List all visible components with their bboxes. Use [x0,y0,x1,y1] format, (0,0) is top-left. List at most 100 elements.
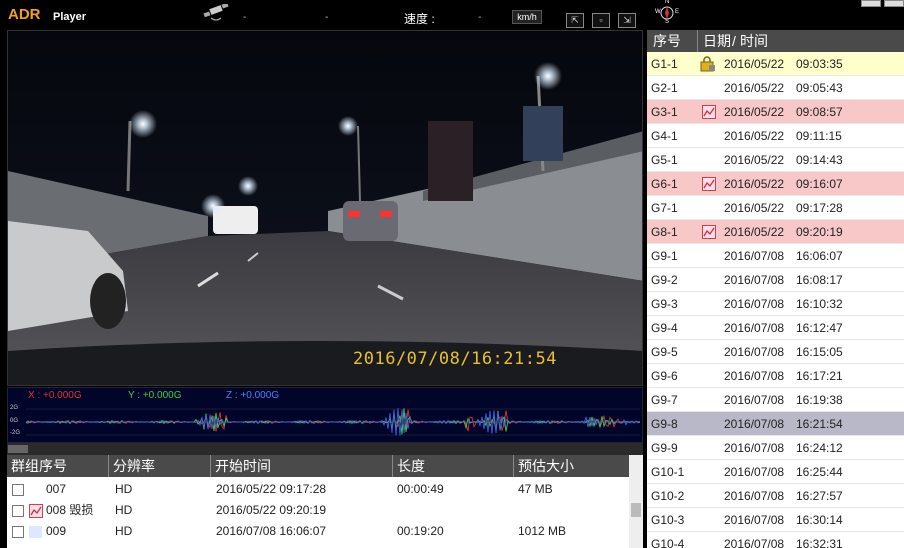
header-estimated-size[interactable]: 预估大小 [514,455,629,477]
event-row-date: 2016/07/08 [724,321,785,335]
event-row-id: G9-6 [651,369,678,383]
video-timestamp: 2016/07/08/16:21:54 [353,349,557,369]
file-list-scroll-thumb[interactable] [631,503,641,517]
event-row-date: 2016/07/08 [724,393,785,407]
file-list-header: 群组序号 分辨率 开始时间 长度 预估大小 [7,455,629,477]
file-row-checkbox[interactable] [12,526,24,538]
event-row-date: 2016/05/22 [724,81,785,95]
event-row-time: 16:10:32 [796,297,843,311]
event-row[interactable]: G9-6 2016/07/08 16:17:21 [647,364,904,388]
compass-e: E [675,9,680,15]
event-row-time: 09:14:43 [796,153,843,167]
timeline-scroll-thumb[interactable] [8,445,28,453]
g-sensor-x-label: X : +0.000G [28,390,82,401]
close-button[interactable] [884,0,904,7]
event-row[interactable]: G9-8 2016/07/08 16:21:54 [647,412,904,436]
header-start-time[interactable]: 开始时间 [211,455,393,477]
event-row[interactable]: G9-5 2016/07/08 16:15:05 [647,340,904,364]
top-bar: ADR Player - - 速度 : - km/h ⇱ ▫ ⇲ N S W E [0,0,904,30]
event-row-id: G3-1 [651,105,678,119]
video-frame [8,31,642,385]
file-row-resolution: HD [115,524,133,538]
event-row[interactable]: G3-1 2016/05/22 09:08:57 [647,100,904,124]
event-list-header: 序号 日期 / 时间 [647,30,904,52]
event-row-date: 2016/07/08 [724,297,785,311]
event-row[interactable]: G9-4 2016/07/08 16:12:47 [647,316,904,340]
header-length[interactable]: 长度 [393,455,514,477]
window-size-medium-button[interactable]: ▫ [592,13,610,28]
event-row-date: 2016/07/08 [724,537,785,548]
file-row-checkbox[interactable] [12,484,24,496]
file-row[interactable]: 008 毁损 HD 2016/05/22 09:20:19 [7,500,629,521]
speed-value: - [478,12,482,23]
event-row[interactable]: G9-7 2016/07/08 16:19:38 [647,388,904,412]
event-row-time: 09:11:15 [796,129,842,143]
file-row[interactable]: 007 HD 2016/05/22 09:17:28 00:00:49 47 M… [7,479,629,500]
event-row[interactable]: G10-2 2016/07/08 16:27:57 [647,484,904,508]
window-size-large-button[interactable]: ⇲ [618,13,636,28]
g-axis-mid: 0G [10,418,19,424]
timeline-scrollbar[interactable] [7,443,643,455]
damaged-image-icon [29,504,43,518]
event-row-date: 2016/07/08 [724,249,785,263]
event-row-id: G10-2 [651,489,685,503]
event-row-id: G9-8 [651,417,678,431]
event-row-date: 2016/07/08 [724,417,785,431]
event-row-date: 2016/05/22 [724,225,785,239]
event-row-time: 16:32:31 [796,537,843,548]
speed-unit-toggle[interactable]: km/h [512,10,542,24]
header-seq[interactable]: 序号 [653,30,681,52]
event-row-id: G9-5 [651,345,678,359]
event-row[interactable]: G9-1 2016/07/08 16:06:07 [647,244,904,268]
event-row[interactable]: G9-9 2016/07/08 16:24:12 [647,436,904,460]
event-row[interactable]: G10-1 2016/07/08 16:25:44 [647,460,904,484]
event-row-time: 09:17:28 [796,201,843,215]
g-sensor-y-label: Y : +0.000G [128,390,182,401]
event-row[interactable]: G9-2 2016/07/08 16:08:17 [647,268,904,292]
file-row-checkbox[interactable] [12,505,24,517]
file-row-id: 008 毁损 [46,503,94,517]
event-row[interactable]: G1-1 2016/05/22 09:03:35 [647,52,904,76]
event-row[interactable]: G10-4 2016/07/08 16:32:31 [647,532,904,548]
event-row-id: G8-1 [651,225,678,239]
event-row-time: 09:05:43 [796,81,843,95]
speed-label: 速度 : [404,12,435,26]
file-list-scrollbar[interactable] [629,455,643,548]
g-sensor-waveform [26,408,640,436]
event-row[interactable]: G9-3 2016/07/08 16:10:32 [647,292,904,316]
event-row[interactable]: G4-1 2016/05/22 09:11:15 [647,124,904,148]
g-sensor-graph[interactable]: X : +0.000G Y : +0.000G Z : +0.000G 2G 0… [7,387,643,443]
window-size-small-button[interactable]: ⇱ [566,13,584,28]
event-row[interactable]: G6-1 2016/05/22 09:16:07 [647,172,904,196]
header-group-id[interactable]: 群组序号 [7,455,109,477]
minimize-button[interactable] [861,0,881,7]
header-date[interactable]: 日期 [703,30,731,52]
event-row[interactable]: G5-1 2016/05/22 09:14:43 [647,148,904,172]
event-row-id: G1-1 [651,57,678,71]
event-row-id: G4-1 [651,129,678,143]
event-row-time: 16:06:07 [796,249,843,263]
file-row-length: 00:19:20 [397,524,444,538]
event-row-time: 16:15:05 [796,345,843,359]
video-player[interactable]: 2016/07/08/16:21:54 [7,30,643,386]
file-row-length: 00:00:49 [397,482,444,496]
event-row-id: G9-3 [651,297,678,311]
g-axis-bot: -2G [10,430,21,436]
event-row-time: 16:24:12 [796,441,843,455]
header-resolution[interactable]: 分辨率 [109,455,211,477]
event-row-date: 2016/07/08 [724,465,785,479]
event-row-id: G10-3 [651,513,685,527]
event-row[interactable]: G7-1 2016/05/22 09:17:28 [647,196,904,220]
file-row-size: 47 MB [518,482,553,496]
event-row-time: 09:16:07 [796,177,843,191]
event-row[interactable]: G8-1 2016/05/22 09:20:19 [647,220,904,244]
file-row[interactable]: 009 HD 2016/07/08 16:06:07 00:19:20 1012… [7,521,629,542]
compass-s: S [665,19,670,25]
header-time[interactable]: 时间 [740,30,768,52]
gps-value-2: - [325,12,329,23]
gps-value-1: - [243,12,247,23]
event-row-id: G10-1 [651,465,685,479]
event-row[interactable]: G2-1 2016/05/22 09:05:43 [647,76,904,100]
event-row-date: 2016/07/08 [724,345,785,359]
event-row[interactable]: G10-3 2016/07/08 16:30:14 [647,508,904,532]
